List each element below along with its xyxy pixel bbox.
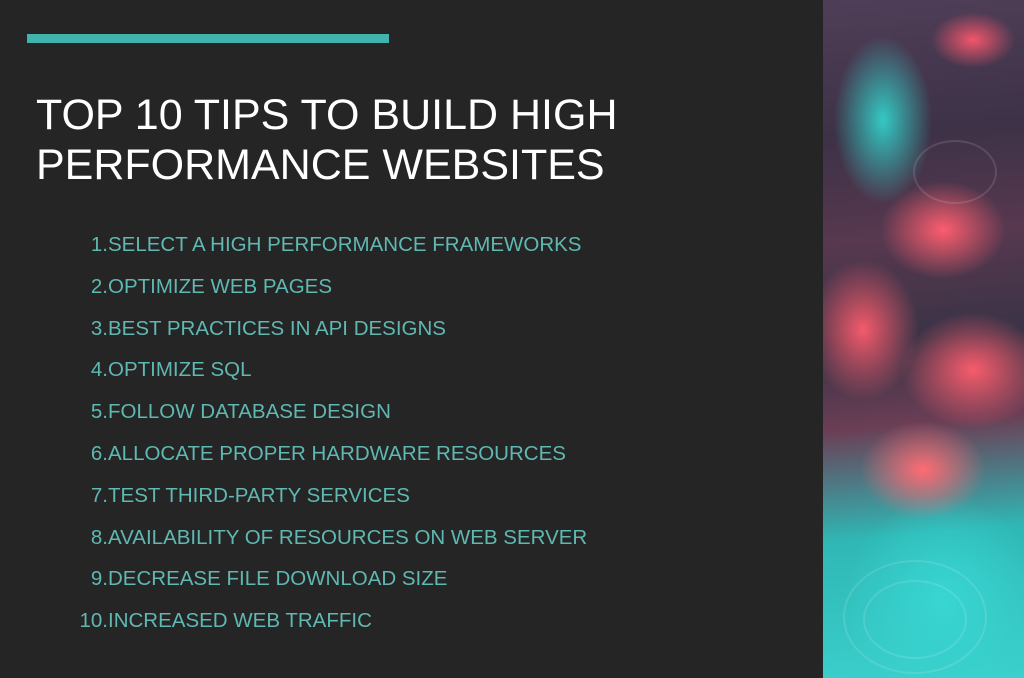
tip-text: ALLOCATE PROPER HARDWARE RESOURCES (108, 441, 566, 465)
tip-number: 3. (90, 316, 108, 340)
art-swirl (913, 140, 997, 204)
tip-number: 8. (90, 525, 108, 549)
tip-text: BEST PRACTICES IN API DESIGNS (108, 316, 446, 340)
tip-item: 8. AVAILABILITY OF RESOURCES ON WEB SERV… (68, 517, 587, 559)
tip-number: 10. (79, 609, 109, 633)
tip-item: 6. ALLOCATE PROPER HARDWARE RESOURCES (68, 433, 566, 475)
slide: TOP 10 TIPS TO BUILD HIGH PERFORMANCE WE… (0, 0, 1024, 678)
tips-list: 1. SELECT A HIGH PERFORMANCE FRAMEWORKS … (68, 224, 588, 642)
tip-item: 1. SELECT A HIGH PERFORMANCE FRAMEWORKS (68, 224, 582, 266)
tip-text: AVAILABILITY OF RESOURCES ON WEB SERVER (108, 525, 588, 549)
tip-item: 2. OPTIMIZE WEB PAGES (68, 266, 332, 308)
tip-number: 2. (90, 274, 108, 298)
tip-text: TEST THIRD-PARTY SERVICES (108, 483, 410, 507)
tip-text: OPTIMIZE WEB PAGES (108, 274, 333, 298)
accent-bar (27, 34, 389, 43)
art-swirl (863, 580, 967, 659)
tip-item: 3. BEST PRACTICES IN API DESIGNS (68, 308, 446, 350)
tip-text: INCREASED WEB TRAFFIC (108, 609, 372, 633)
tip-text: OPTIMIZE SQL (108, 358, 252, 382)
decorative-abstract-image (823, 0, 1024, 678)
slide-title-line-1: TOP 10 TIPS TO BUILD HIGH (36, 91, 618, 139)
tip-number: 7. (90, 483, 108, 507)
tip-number: 5. (90, 400, 108, 424)
tip-item: 10. INCREASED WEB TRAFFIC (68, 600, 372, 642)
tip-item: 5. FOLLOW DATABASE DESIGN (68, 391, 391, 433)
tip-text: DECREASE FILE DOWNLOAD SIZE (108, 567, 448, 591)
tip-text: SELECT A HIGH PERFORMANCE FRAMEWORKS (108, 233, 582, 256)
tip-number: 1. (90, 233, 108, 256)
tip-number: 9. (90, 567, 108, 591)
tip-text: FOLLOW DATABASE DESIGN (108, 400, 391, 424)
tip-number: 4. (90, 358, 108, 382)
tip-item: 7. TEST THIRD-PARTY SERVICES (68, 475, 410, 517)
tip-number: 6. (90, 441, 108, 465)
tip-item: 4. OPTIMIZE SQL (68, 349, 252, 391)
slide-title: TOP 10 TIPS TO BUILD HIGH PERFORMANCE WE… (36, 90, 796, 190)
slide-title-line-2: PERFORMANCE WEBSITES (36, 141, 605, 189)
tip-item: 9. DECREASE FILE DOWNLOAD SIZE (68, 558, 448, 600)
